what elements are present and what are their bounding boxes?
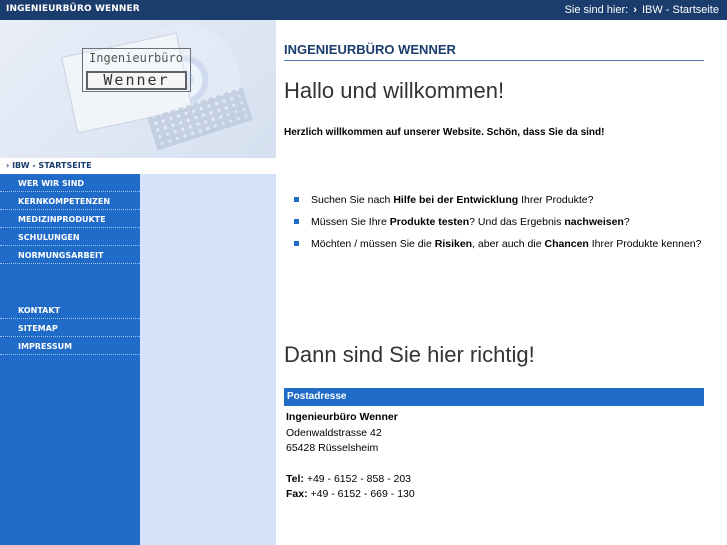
street: Odenwaldstrasse 42 [286, 426, 382, 439]
list-item-text: ? [623, 216, 630, 228]
sidebar-nav: WER WIR SIND KERNKOMPETENZEN MEDIZINPROD… [0, 174, 140, 545]
nav-current-label: › IBW - STARTSEITE [6, 161, 92, 170]
list-item-text: , aber auch die [472, 238, 545, 250]
list-item-emphasis: Risiken [434, 238, 473, 250]
list-item-text: Möchten / müssen Sie die [311, 238, 435, 250]
fax-label: Fax: [286, 488, 308, 500]
tagline-heading: Dann sind Sie hier richtig! [284, 342, 535, 367]
list-item-text: Ihrer Produkte kennen? [588, 238, 702, 250]
address-header: Postadresse [284, 388, 704, 406]
sidebar-item-normungsarbeit[interactable]: NORMUNGSARBEIT [0, 246, 140, 264]
chevron-right-icon: › [633, 4, 637, 16]
list-item-emphasis: Produkte testen [389, 216, 470, 228]
breadcrumb-prefix: Sie sind hier: [564, 4, 629, 16]
logo-top-text: Ingenieurbüro [89, 51, 183, 65]
brand-title: INGENIEURBÜRO WENNER [6, 4, 140, 14]
tel-label: Tel: [286, 472, 304, 485]
sidebar-item-label: NORMUNGSARBEIT [18, 251, 104, 260]
fax-number: +49 - 6152 - 669 - 130 [310, 488, 415, 500]
sidebar-item-wer-wir-sind[interactable]: WER WIR SIND [0, 174, 140, 192]
sidebar-item-impressum[interactable]: IMPRESSUM [0, 337, 140, 355]
list-item: Suchen Sie nach Hilfe bei der Entwicklun… [294, 192, 714, 208]
sidebar-item-sitemap[interactable]: SITEMAP [0, 319, 140, 337]
list-item-text: Suchen Sie nach [311, 194, 394, 206]
list-item-text: Müssen Sie Ihre [311, 216, 390, 228]
breadcrumb-current-link[interactable]: IBW - Startseite [642, 4, 719, 16]
list-item: Möchten / müssen Sie die Risiken, aber a… [294, 236, 714, 252]
sidebar-item-kernkompetenzen[interactable]: KERNKOMPETENZEN [0, 192, 140, 210]
list-item-text: Ihrer Produkte? [518, 194, 594, 206]
sidebar-item-label: SCHULUNGEN [18, 233, 80, 242]
sidebar-item-schulungen[interactable]: SCHULUNGEN [0, 228, 140, 246]
nav-current-page[interactable]: › IBW - STARTSEITE [0, 158, 276, 174]
sidebar-item-kontakt[interactable]: KONTAKT [0, 301, 140, 319]
tel-number: +49 - 6152 - 858 - 203 [306, 472, 412, 485]
page-title: INGENIEURBÜRO WENNER [284, 42, 456, 57]
logo-bottom-text: Wenner [86, 71, 187, 90]
welcome-heading: Hallo und willkommen! [284, 78, 505, 103]
company-name: Ingenieurbüro Wenner [286, 411, 398, 423]
sidebar-item-label: KERNKOMPETENZEN [18, 197, 111, 206]
list-item-emphasis: Hilfe bei der Entwicklung [393, 194, 519, 206]
welcome-text: Herzlich willkommen auf unserer Website.… [284, 127, 605, 138]
sidebar-item-label: WER WIR SIND [18, 179, 85, 188]
address-heading: Postadresse [287, 391, 347, 402]
question-list: Suchen Sie nach Hilfe bei der Entwicklun… [294, 192, 714, 258]
list-item: Müssen Sie Ihre Produkte testen? Und das… [294, 214, 714, 230]
breadcrumb: Sie sind hier: › IBW - Startseite [565, 4, 719, 16]
city: 65428 Rüsselsheim [286, 442, 379, 454]
sidebar-item-label: MEDIZINPRODUKTE [18, 215, 106, 224]
top-bar: INGENIEURBÜRO WENNER Sie sind hier: › IB… [0, 0, 727, 20]
list-item-text: ? Und das Ergebnis [469, 216, 565, 228]
list-item-emphasis: nachweisen [564, 216, 624, 228]
title-divider [284, 60, 704, 61]
sidebar-item-label: KONTAKT [18, 306, 61, 315]
sidebar-item-label: SITEMAP [18, 324, 58, 333]
sidebar-item-label: IMPRESSUM [18, 342, 73, 351]
postal-address: Ingenieurbüro Wenner Odenwaldstrasse 42 … [286, 410, 415, 503]
list-item-emphasis: Chancen [544, 238, 589, 250]
sidebar-item-medizinprodukte[interactable]: MEDIZINPRODUKTE [0, 210, 140, 228]
